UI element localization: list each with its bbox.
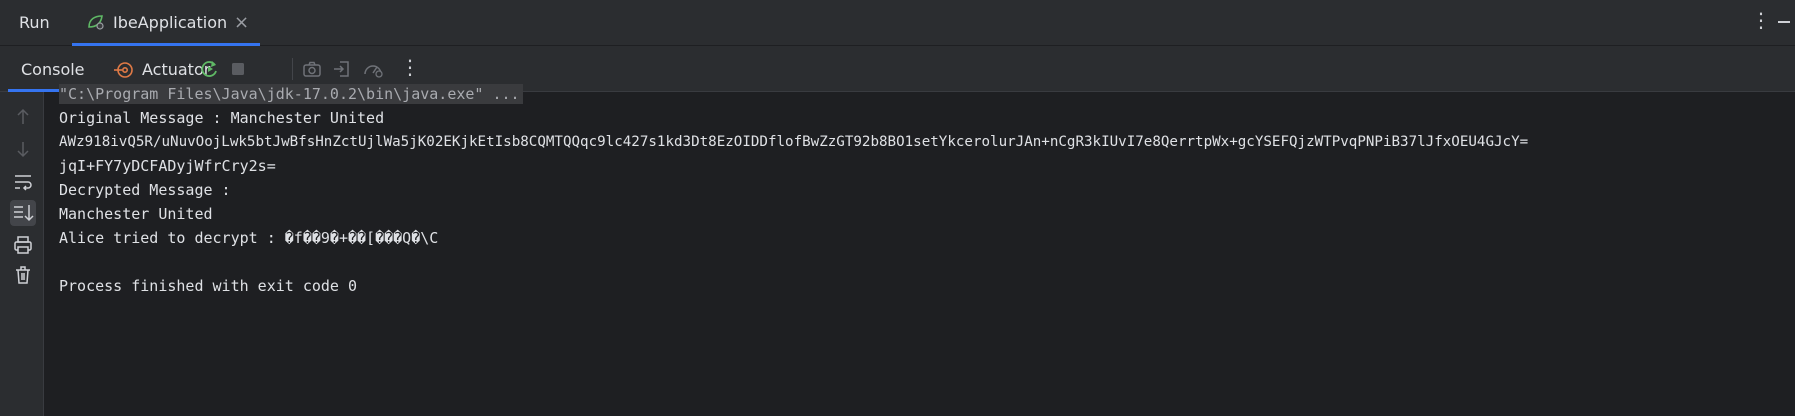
- print-icon[interactable]: [12, 234, 34, 256]
- console-line: Original Message : Manchester United: [59, 109, 385, 127]
- actuator-icon: [114, 60, 134, 84]
- minimize-icon[interactable]: [1778, 21, 1790, 23]
- command-line: "C:\Program Files\Java\jdk-17.0.2\bin\ja…: [59, 84, 523, 104]
- more-icon[interactable]: ⋮: [400, 55, 420, 79]
- console-output[interactable]: "C:\Program Files\Java\jdk-17.0.2\bin\ja…: [44, 84, 1795, 416]
- console-line: Decrypted Message :: [59, 181, 231, 199]
- console-line: Manchester United: [59, 205, 213, 223]
- exit-icon[interactable]: [332, 59, 352, 79]
- stop-icon[interactable]: [228, 59, 248, 79]
- console-line: AWz918ivQ5R/uNuvOojLwk5btJwBfsHnZctUjlWa…: [59, 134, 1529, 150]
- tab-label: IbeApplication: [113, 13, 228, 32]
- camera-icon[interactable]: [302, 59, 322, 79]
- run-tool-window-header: Run IbeApplication × ⋮: [0, 0, 1795, 46]
- tab-ibe-application[interactable]: IbeApplication ×: [72, 0, 260, 46]
- run-title: Run: [19, 13, 50, 32]
- console-side-toolbar: [0, 92, 44, 416]
- toolbar-divider: [292, 58, 293, 80]
- close-icon[interactable]: ×: [234, 12, 249, 33]
- console-line: jqI+FY7yDCFADyjWfrCry2s=: [59, 157, 276, 175]
- arrow-down-icon[interactable]: [12, 138, 34, 160]
- gauge-icon[interactable]: [362, 59, 383, 79]
- rerun-icon[interactable]: [200, 59, 220, 79]
- spring-boot-icon: [86, 13, 106, 35]
- process-finished-line: Process finished with exit code 0: [59, 277, 358, 295]
- arrow-up-icon[interactable]: [12, 106, 34, 128]
- more-options-icon[interactable]: ⋮: [1751, 8, 1771, 32]
- console-line: Alice tried to decrypt : �f��9�+��[���Q�…: [59, 229, 439, 247]
- trash-icon[interactable]: [12, 264, 34, 286]
- scroll-to-end-icon[interactable]: [10, 200, 36, 226]
- tab-console-label: Console: [21, 60, 85, 79]
- soft-wrap-icon[interactable]: [12, 171, 34, 193]
